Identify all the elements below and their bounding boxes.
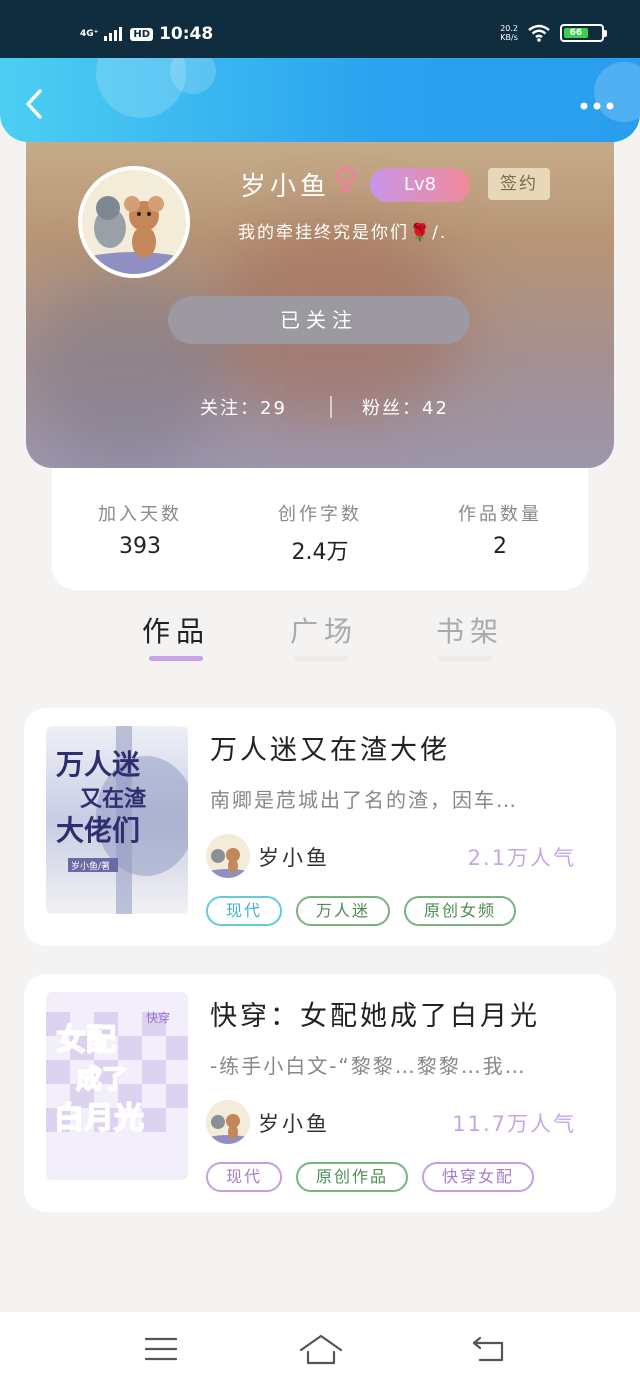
fans-label: 粉丝： [362,398,422,419]
book-cover[interactable]: 女配 成了 白月光 快穿 [46,992,188,1180]
cover-title-line: 女配 [56,1023,116,1058]
following-stat[interactable]: 关注：29 [200,394,287,420]
book-cover[interactable]: 万人迷 又在渣 大佬们 岁小鱼/著 [46,726,188,914]
tab-indicator-active [149,656,203,661]
profile-card: 岁小鱼 ♀ Lv8 签约 我的牵挂终究是你们🌹/. 已关注 关注：29 粉丝：4… [26,120,614,468]
stat-word-count: 创作字数 2.4万 [250,500,390,566]
stat-label: 作品数量 [458,504,542,525]
net-speed-value: 20.2 [500,24,518,33]
motto-text: 我的牵挂终究是你们🌹/. [238,223,448,243]
tab-plaza[interactable]: 广场 [274,610,374,650]
tag[interactable]: 万人迷 [296,896,391,926]
battery-icon: 66 [560,24,607,42]
book-cover-image: 万人迷 又在渣 大佬们 岁小鱼/著 [46,726,188,914]
tab-works[interactable]: 作品 [126,610,226,650]
tag[interactable]: 现代 [206,896,283,926]
book-description: -练手小白文-“黎黎…黎黎…我… [210,1054,527,1078]
menu-icon [144,1337,178,1361]
social-stats: 关注：29 粉丝：42 [26,392,614,422]
avatar-image [82,170,186,274]
stat-label: 加入天数 [98,504,182,525]
book-title[interactable]: 万人迷又在渣大佬 [210,728,450,767]
tag[interactable]: 现代 [206,1162,283,1192]
status-right: 20.2 KB/s 66 [500,24,607,42]
level-badge: Lv8 [370,168,470,202]
top-header [0,58,640,142]
following-label: 关注： [200,398,260,419]
cover-title-line: 成了 [76,1065,128,1095]
content-tabs: 作品 广场 书架 [0,600,640,680]
stat-label: 创作字数 [278,504,362,525]
author-avatar-image [206,834,250,878]
stat-value: 2 [493,534,507,559]
hd-badge: HD [130,27,154,41]
stat-value: 2.4万 [291,540,349,565]
writer-stats-card: 加入天数 393 创作字数 2.4万 作品数量 2 [52,460,588,590]
stats-divider [330,396,332,418]
net-speed: 20.2 KB/s [500,24,518,42]
female-gender-icon: ♀ [334,160,358,198]
more-dots-icon [580,102,614,110]
book-description: 南卿是苊城出了名的渣，因车… [210,788,518,812]
book-tags: 现代 原创作品 快穿女配 [206,1162,535,1192]
status-left: 4G⁺ HD 10:48 [80,24,213,44]
author-avatar [206,834,250,878]
cover-title-line: 又在渣 [80,786,147,812]
book-popularity: 2.1万人气 [467,846,576,870]
tag[interactable]: 原创女频 [404,896,517,926]
fans-stat[interactable]: 粉丝：42 [362,394,449,420]
nickname: 岁小鱼 [240,172,331,202]
signed-badge: 签约 [488,168,550,200]
wifi-icon [528,24,550,42]
book-title[interactable]: 快穿：女配她成了白月光 [210,994,540,1033]
home-button[interactable] [298,1330,344,1370]
system-navigation-bar [0,1312,640,1387]
book-card[interactable]: 万人迷 又在渣 大佬们 岁小鱼/著 万人迷又在渣大佬 南卿是苊城出了名的渣，因车… [24,708,616,946]
book-author: 岁小鱼 [258,846,330,870]
cover-tag: 快穿 [146,1010,170,1025]
stat-value: 393 [119,534,161,559]
stat-work-count: 作品数量 2 [430,500,570,559]
tag[interactable]: 原创作品 [296,1162,409,1192]
network-type: 4G⁺ [80,29,99,39]
clock: 10:48 [159,24,214,44]
signal-icon [104,27,123,41]
avatar[interactable] [78,166,190,278]
cover-title-line: 白月光 [54,1101,144,1136]
recent-apps-button[interactable] [142,1330,182,1370]
author-avatar-image [206,1100,250,1144]
back-nav-button[interactable] [470,1330,510,1370]
cover-author: 岁小鱼/著 [71,860,110,872]
back-icon [472,1336,504,1362]
battery-fill: 66 [564,28,588,38]
status-bar: 4G⁺ HD 10:48 20.2 KB/s 66 [0,0,640,60]
tab-indicator [438,656,492,661]
home-icon [299,1334,343,1365]
net-speed-unit: KB/s [500,33,518,42]
book-tags: 现代 万人迷 原创女频 [206,896,517,926]
more-button[interactable] [580,92,614,112]
following-count: 29 [260,398,287,419]
tab-indicator [294,656,348,661]
chevron-left-icon [26,89,42,119]
book-card[interactable]: 女配 成了 白月光 快穿 快穿：女配她成了白月光 -练手小白文-“黎黎…黎黎…我… [24,974,616,1212]
back-button[interactable] [22,88,48,119]
stat-join-days: 加入天数 393 [70,500,210,559]
tag[interactable]: 快穿女配 [422,1162,535,1192]
cover-title-line: 大佬们 [56,814,140,847]
book-cover-image: 女配 成了 白月光 快穿 [46,992,188,1180]
book-popularity: 11.7万人气 [452,1112,576,1136]
follow-button[interactable]: 已关注 [168,296,470,344]
book-author: 岁小鱼 [258,1112,330,1136]
fans-count: 42 [422,398,449,419]
author-avatar [206,1100,250,1144]
cover-title-line: 万人迷 [56,748,141,781]
tab-bookshelf[interactable]: 书架 [420,610,520,650]
